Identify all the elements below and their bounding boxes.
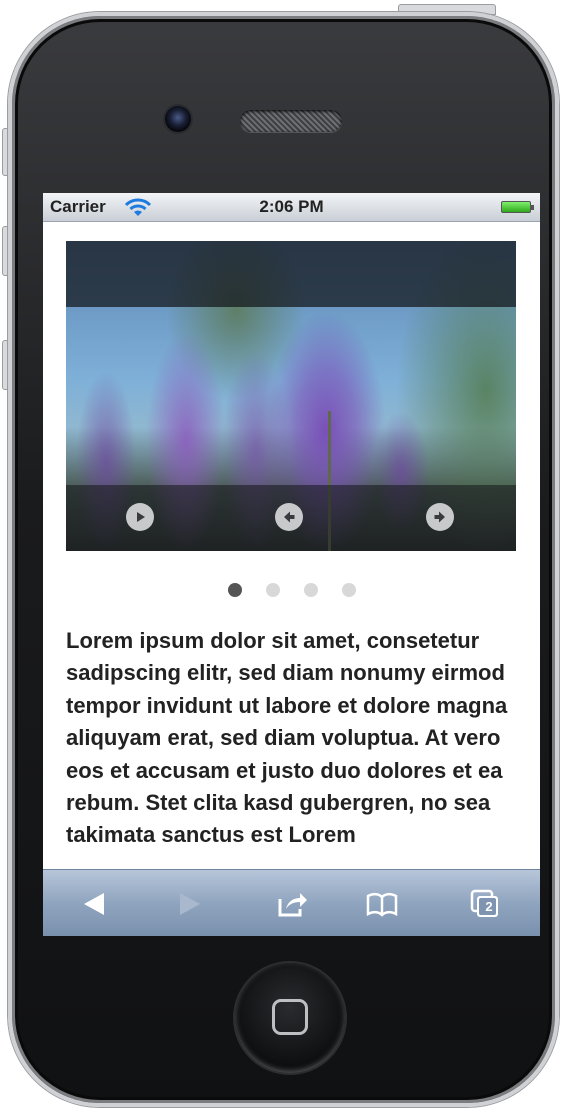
bookmarks-book-icon [366, 892, 398, 917]
page-dot-3[interactable] [303, 583, 318, 597]
back-button[interactable] [77, 887, 111, 921]
next-button[interactable] [426, 503, 454, 531]
phone-screen: Carrier 2:06 PM Lorem ipsum dolor sit am… [43, 193, 540, 936]
back-arrow-icon [84, 893, 104, 915]
gallery-top-overlay [66, 241, 516, 307]
share-icon [278, 893, 307, 917]
forward-arrow-icon [180, 893, 200, 915]
home-button[interactable] [235, 963, 345, 1073]
image-gallery[interactable] [66, 241, 516, 551]
page-dot-4[interactable] [341, 583, 356, 597]
earpiece-speaker [240, 110, 342, 132]
forward-button[interactable] [173, 887, 207, 921]
pagination-dots [43, 583, 540, 597]
page-dot-2[interactable] [265, 583, 280, 597]
arrow-right-icon [434, 511, 445, 523]
browser-toolbar: 2 [43, 869, 540, 936]
play-icon [137, 512, 145, 522]
tabs-button[interactable]: 2 [468, 887, 502, 921]
status-bar: Carrier 2:06 PM [43, 193, 540, 222]
page-dot-1[interactable] [227, 583, 242, 597]
tabs-count: 2 [485, 899, 493, 914]
share-button[interactable] [275, 887, 309, 921]
front-camera [165, 106, 191, 132]
previous-button[interactable] [275, 503, 303, 531]
arrow-left-icon [284, 511, 295, 523]
play-button[interactable] [126, 503, 154, 531]
status-time: 2:06 PM [259, 197, 324, 216]
bookmarks-button[interactable] [365, 887, 399, 921]
body-text: Lorem ipsum dolor sit amet, consetetur s… [66, 628, 508, 848]
battery-icon [501, 201, 534, 213]
home-square-icon [272, 999, 308, 1035]
